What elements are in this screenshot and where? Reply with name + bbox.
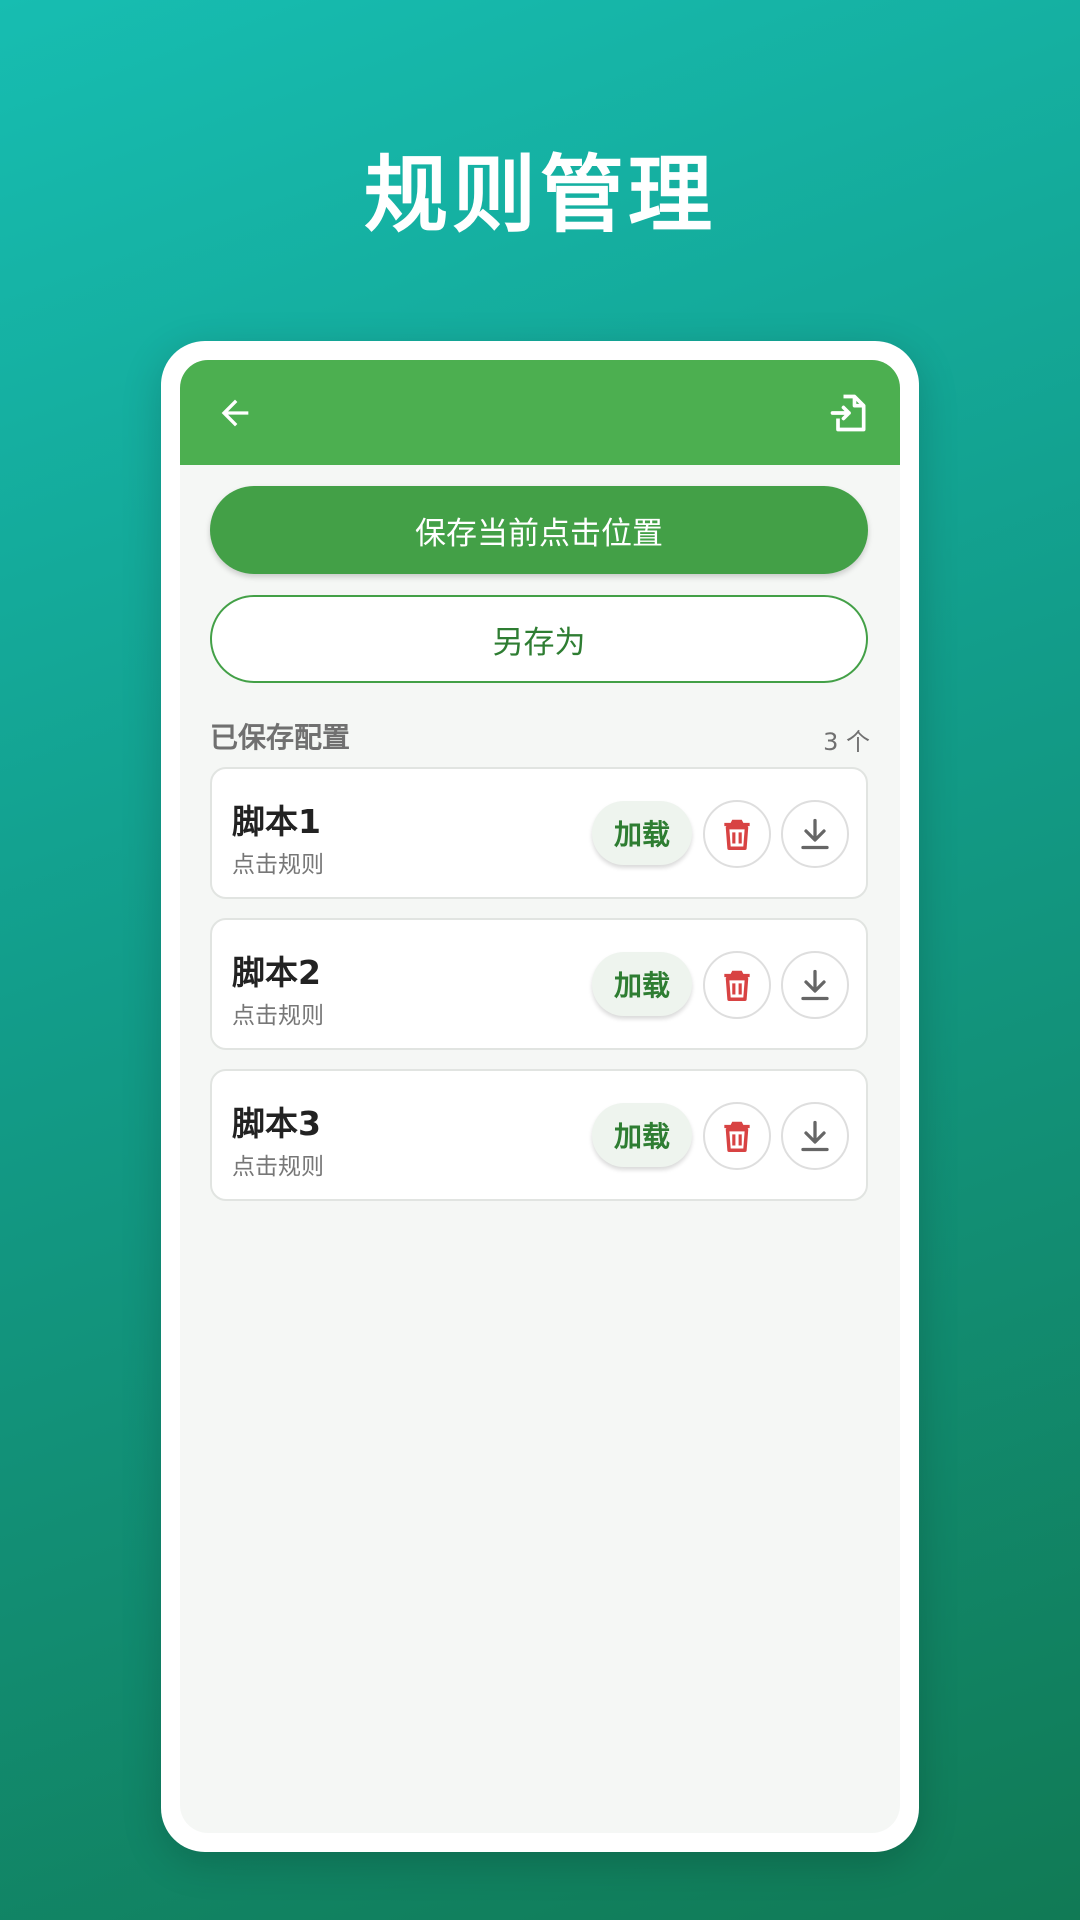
load-button[interactable]: 加载 [592, 801, 692, 865]
file-import-icon [830, 394, 866, 432]
phone-frame: 保存当前点击位置 另存为 已保存配置 3 个 脚本1 点击规则 加载 脚本2 点… [161, 341, 919, 1852]
section-title: 已保存配置 [210, 721, 351, 754]
config-list: 脚本1 点击规则 加载 脚本2 点击规则 加载 脚本3 点击规则 加载 [210, 767, 868, 1220]
back-button[interactable] [212, 390, 258, 436]
trash-icon [724, 1121, 750, 1152]
import-button[interactable] [826, 390, 872, 436]
export-button[interactable] [781, 800, 849, 868]
load-button[interactable]: 加载 [592, 952, 692, 1016]
load-button[interactable]: 加载 [592, 1103, 692, 1167]
config-desc: 点击规则 [232, 1003, 324, 1029]
config-card: 脚本3 点击规则 加载 [210, 1069, 868, 1201]
trash-icon [724, 819, 750, 850]
delete-button[interactable] [703, 1102, 771, 1170]
config-card: 脚本2 点击规则 加载 [210, 918, 868, 1050]
download-icon [801, 969, 829, 1001]
export-button[interactable] [781, 1102, 849, 1170]
config-card: 脚本1 点击规则 加载 [210, 767, 868, 899]
config-name: 脚本1 [232, 802, 321, 841]
hero-title: 规则管理 [363, 146, 716, 244]
trash-icon [724, 970, 750, 1001]
config-desc: 点击规则 [232, 852, 324, 878]
arrow-left-icon [221, 399, 249, 427]
export-button[interactable] [781, 951, 849, 1019]
download-icon [801, 1120, 829, 1152]
save-current-position-button[interactable]: 保存当前点击位置 [210, 486, 868, 574]
save-as-button[interactable]: 另存为 [210, 595, 868, 683]
download-icon [801, 818, 829, 850]
config-desc: 点击规则 [232, 1154, 324, 1180]
config-count: 3 个 [823, 728, 870, 756]
app-bar [180, 360, 900, 465]
config-name: 脚本3 [232, 1104, 321, 1143]
delete-button[interactable] [703, 800, 771, 868]
config-name: 脚本2 [232, 953, 321, 992]
delete-button[interactable] [703, 951, 771, 1019]
app-screen: 保存当前点击位置 另存为 已保存配置 3 个 脚本1 点击规则 加载 脚本2 点… [180, 360, 900, 1833]
